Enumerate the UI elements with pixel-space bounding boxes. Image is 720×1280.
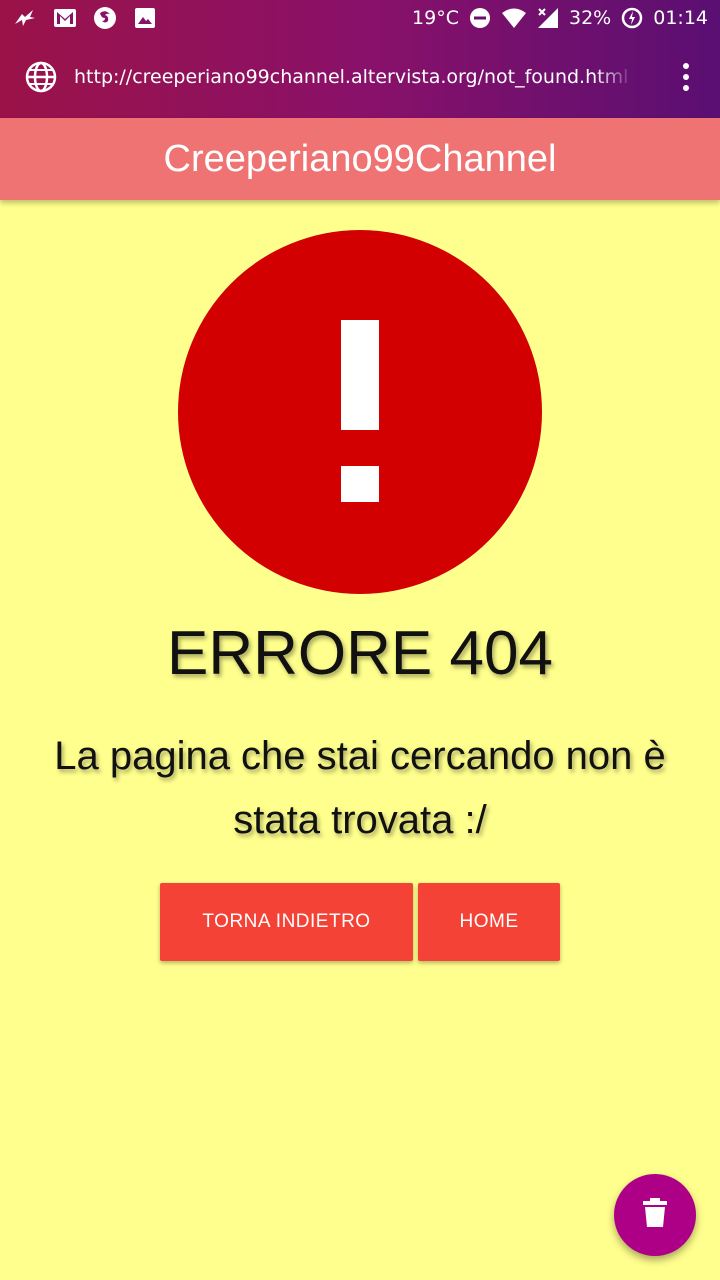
alert-icon (178, 230, 542, 594)
battery-text: 32% (569, 7, 612, 29)
error-title: ERRORE 404 (167, 619, 553, 688)
temperature-text: 19°C (412, 7, 459, 29)
site-title: Creeperiano99Channel (163, 137, 557, 180)
gmail-icon (52, 5, 78, 31)
firefox-icon (92, 5, 118, 31)
error-message: La pagina che stai cercando non è stata … (54, 734, 666, 842)
back-button[interactable]: TORNA INDIETRO (160, 883, 413, 961)
trash-icon (641, 1198, 669, 1232)
globe-icon[interactable] (24, 60, 58, 94)
dnd-icon (467, 5, 493, 31)
battery-saver-icon (619, 5, 645, 31)
delete-fab-button[interactable] (614, 1174, 696, 1256)
image-icon (132, 5, 158, 31)
wifi-icon (501, 5, 527, 31)
signal-icon (535, 5, 561, 31)
clock-text: 01:14 (653, 7, 708, 29)
browser-address-bar: http://creeperiano99channel.altervista.o… (0, 36, 720, 118)
url-field[interactable]: http://creeperiano99channel.altervista.o… (74, 66, 634, 88)
app-bar: Creeperiano99Channel (0, 118, 720, 200)
more-vert-icon[interactable] (674, 60, 698, 94)
status-bar: 19°C 32% 01:14 (0, 0, 720, 36)
app-notification-icon (12, 5, 38, 31)
home-button[interactable]: HOME (418, 883, 560, 961)
